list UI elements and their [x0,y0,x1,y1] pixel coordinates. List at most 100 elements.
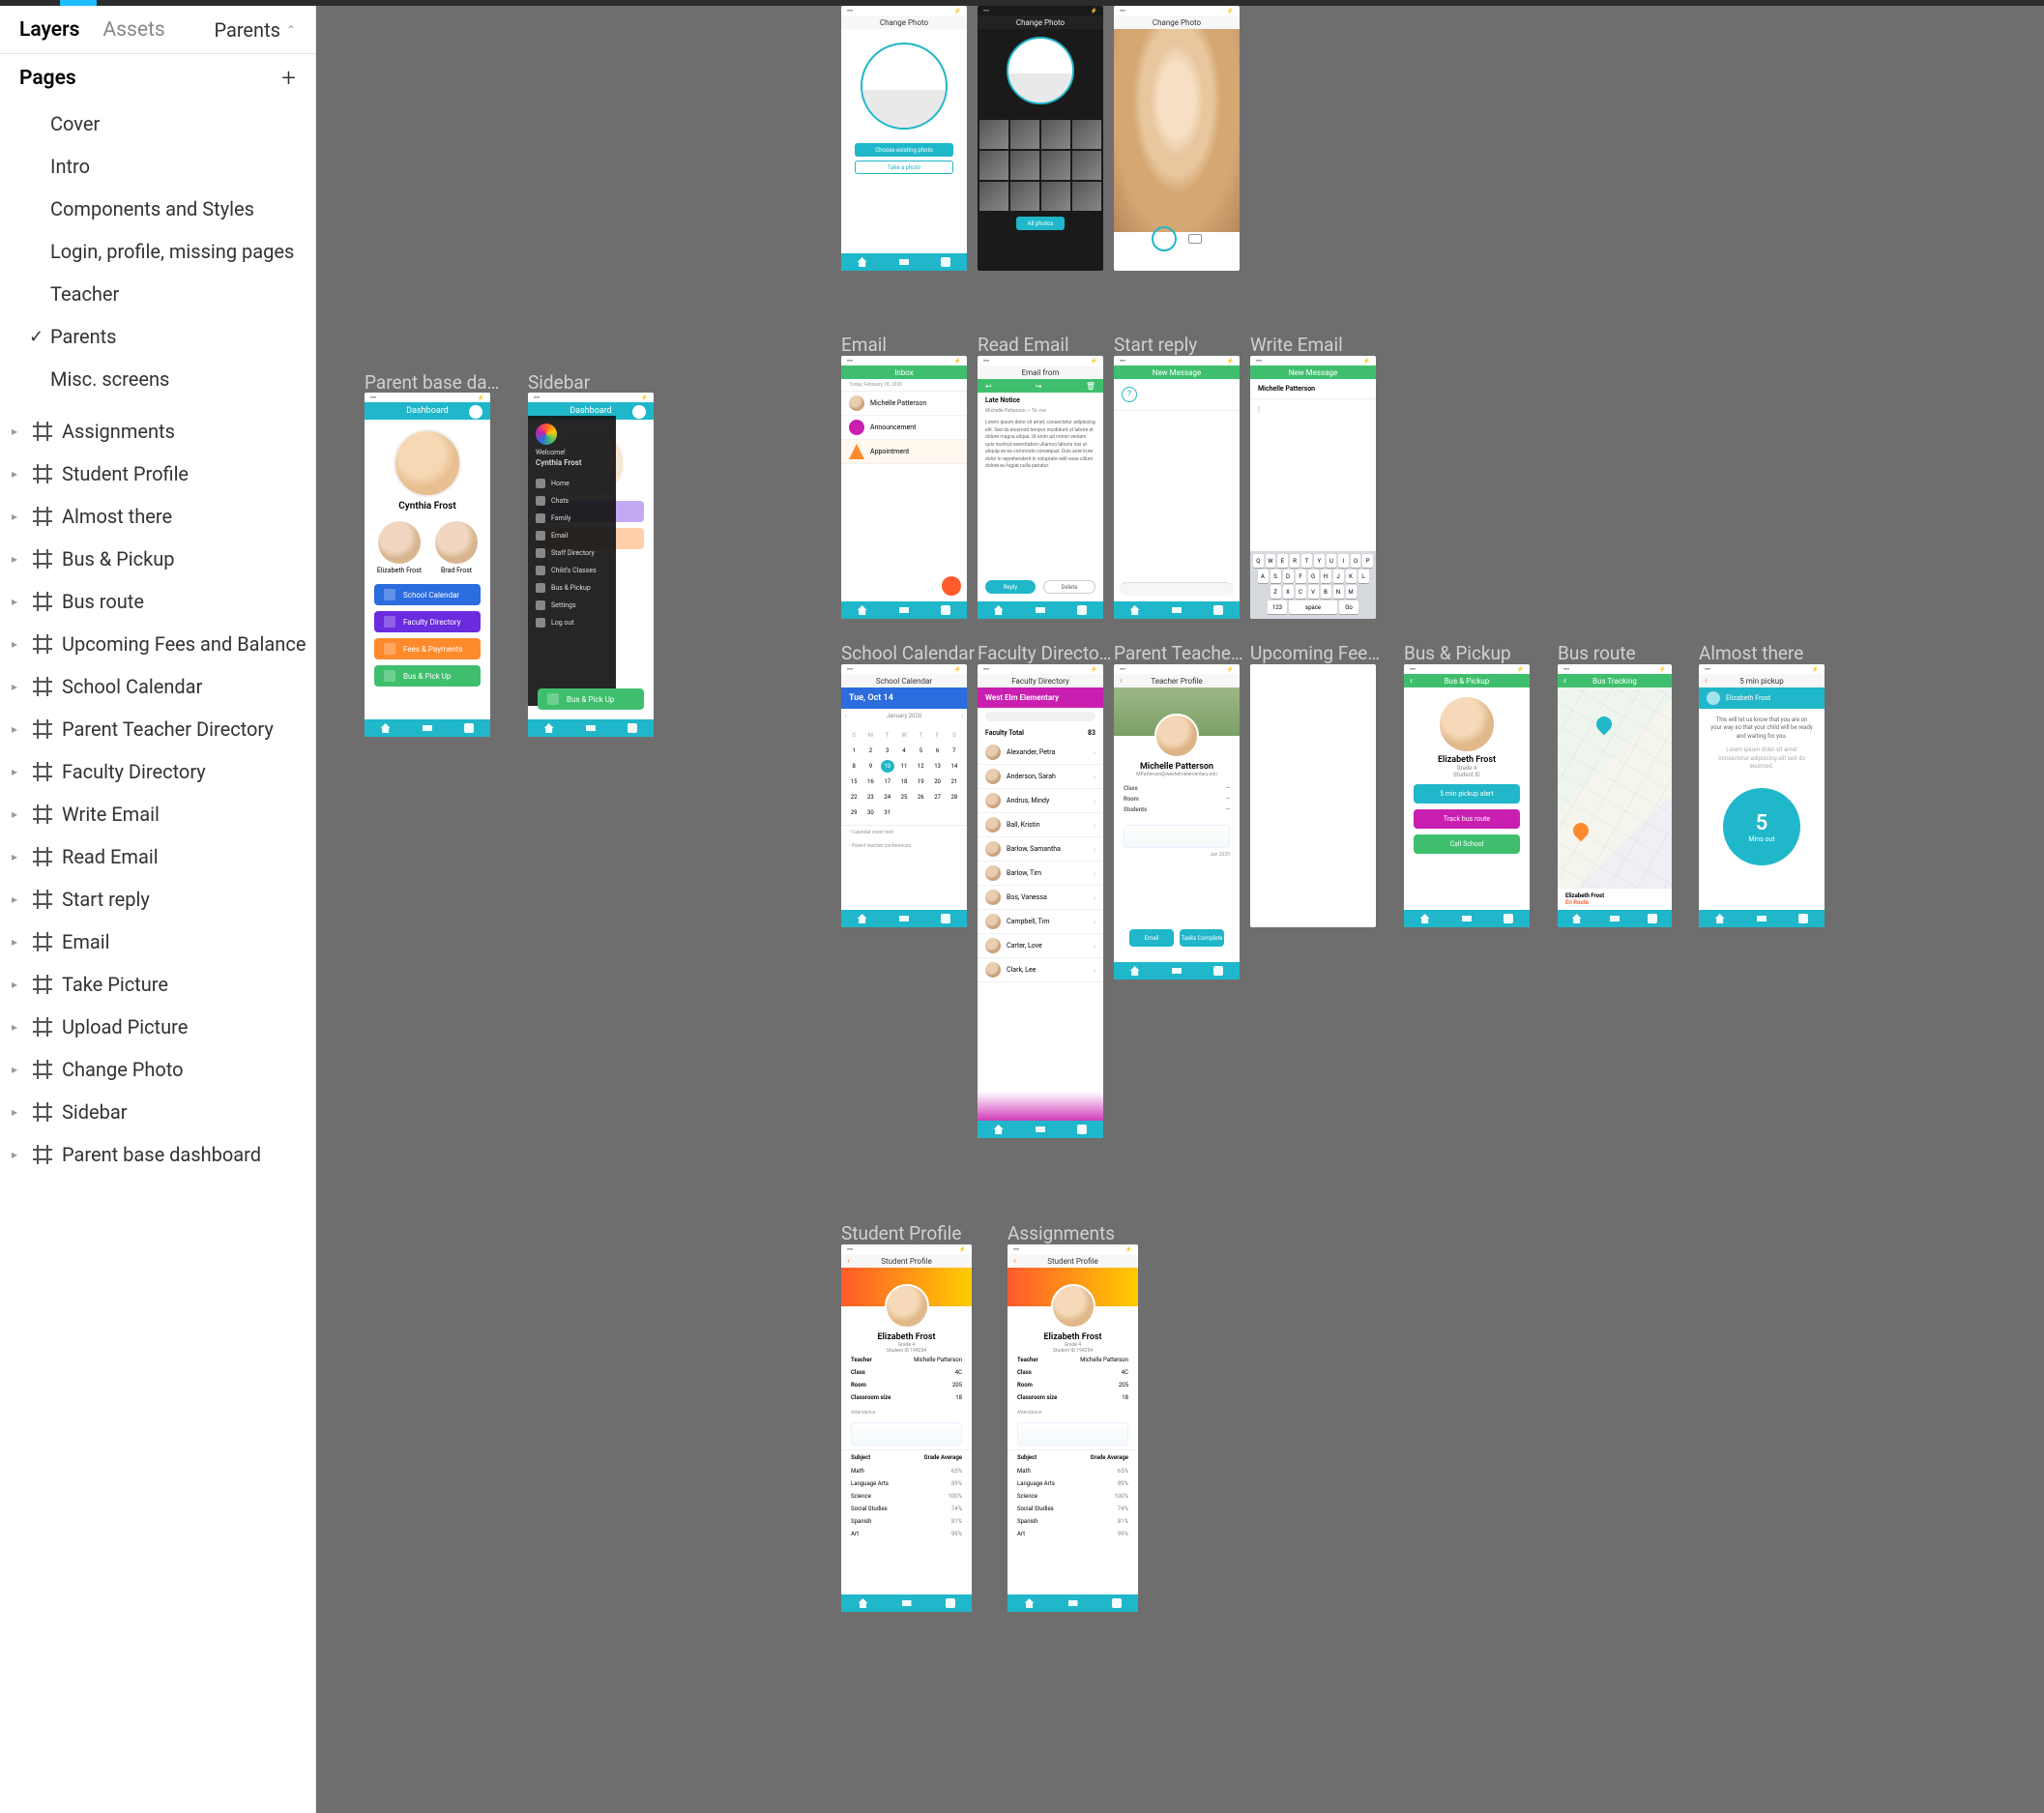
pickup-alert-button[interactable]: 5 min pickup alert [1414,784,1520,804]
home-icon[interactable] [858,257,867,267]
frame-bus-route[interactable]: •••⚡ ‹Bus Tracking Elizabeth Frost En Ro… [1558,664,1672,927]
keyboard-key[interactable]: I [1338,554,1349,568]
photo-thumb[interactable] [1041,151,1070,180]
photo-thumb[interactable] [1041,120,1070,149]
back-icon[interactable]: ‹ [1013,1256,1016,1267]
search-icon[interactable] [1213,605,1223,615]
calendar-day[interactable]: 1 [847,745,861,757]
calendar-day[interactable]: 11 [897,760,911,773]
calendar-day[interactable]: 15 [847,775,861,788]
frame-teacher-profile[interactable]: •••⚡ ‹Teacher Profile Michelle Patterson… [1114,664,1240,980]
frame-row[interactable]: ▸Bus & Pickup [0,538,315,580]
back-icon[interactable]: ‹ [1705,676,1708,687]
photo-thumb[interactable] [1041,182,1070,211]
subject-row[interactable]: Social Studies74% [1007,1503,1138,1515]
folder-icon[interactable] [941,914,950,923]
artboard-label[interactable]: Assignments [1007,1222,1115,1244]
calendar-day[interactable]: 27 [930,791,944,804]
folder-icon[interactable] [1112,1598,1122,1608]
keyboard-key[interactable]: L [1358,570,1369,583]
page-item-cover[interactable]: Cover [0,102,315,145]
page-item-misc[interactable]: Misc. screens [0,358,315,400]
page-item-teacher[interactable]: Teacher [0,273,315,315]
keyboard-key[interactable]: S [1270,570,1281,583]
folder-icon[interactable] [941,257,950,267]
expand-caret-icon[interactable]: ▸ [12,467,23,481]
compose-fab[interactable] [942,576,961,596]
keyboard-key[interactable]: T [1301,554,1312,568]
search-icon[interactable] [1077,605,1087,615]
keyboard-key[interactable]: X [1283,585,1294,599]
bus-pickup-button[interactable]: Bus & Pick Up [538,688,644,710]
back-icon[interactable]: ‹ [1120,676,1123,687]
mail-icon[interactable] [1068,1598,1078,1608]
keyboard-key[interactable]: C [1296,585,1306,599]
faculty-row[interactable]: Clark, Lee› [978,958,1103,982]
home-icon[interactable] [994,605,1004,615]
home-icon[interactable] [381,723,391,733]
mail-icon[interactable] [899,914,909,923]
home-icon[interactable] [858,605,867,615]
frame-student-profile[interactable]: •••⚡ ‹Student Profile Elizabeth Frost Gr… [841,1244,972,1612]
faculty-row[interactable]: Anderson, Sarah› [978,765,1103,789]
photo-thumb[interactable] [1072,151,1101,180]
artboard-label[interactable]: Sidebar [528,371,590,394]
frame-row[interactable]: ▸Assignments [0,410,315,453]
photo-thumb[interactable] [1010,151,1039,180]
design-canvas[interactable]: •••⚡ Change Photo Choose existing photo … [316,6,2044,1813]
expand-caret-icon[interactable]: ▸ [12,680,23,693]
mail-icon[interactable] [1757,914,1767,923]
keyboard-key[interactable]: R [1290,554,1300,568]
expand-caret-icon[interactable]: ▸ [12,978,23,991]
frame-faculty-directory[interactable]: •••⚡ Faculty Directory West Elm Elementa… [978,664,1103,1138]
calendar-day[interactable]: 30 [863,806,877,819]
calendar-day[interactable]: 12 [914,760,927,773]
tab-assets[interactable]: Assets [102,18,164,42]
email-teacher-button[interactable]: Email [1129,929,1174,947]
frame-row[interactable]: ▸Almost there [0,495,315,538]
subject-row[interactable]: Art99% [841,1528,972,1540]
calendar-day[interactable]: 26 [914,791,927,804]
reply-icon[interactable]: ↩ [985,382,992,391]
compose-input[interactable] [1120,582,1234,596]
subject-row[interactable]: Spanish81% [1007,1515,1138,1528]
mail-icon[interactable] [1462,914,1472,923]
calendar-day[interactable]: 17 [881,775,894,788]
expand-caret-icon[interactable]: ▸ [12,1020,23,1034]
calendar-day[interactable]: 21 [948,775,961,788]
mail-icon[interactable] [1610,914,1620,923]
folder-icon[interactable] [946,1598,955,1608]
frame-row[interactable]: ▸Start reply [0,878,315,921]
photo-thumb[interactable] [979,182,1008,211]
dashboard-button[interactable]: Bus & Pick Up [374,665,481,687]
compose-body[interactable]: | [1250,399,1376,551]
frame-row[interactable]: ▸Write Email [0,793,315,835]
frame-parent-dashboard[interactable]: •••⚡ Dashboard Cynthia Frost Elizabeth F… [365,393,490,737]
mail-icon[interactable] [1036,605,1045,615]
child-card[interactable]: Elizabeth Frost [377,521,422,574]
faculty-row[interactable]: Alexander, Petra› [978,741,1103,765]
artboard-label[interactable]: Start reply [1114,334,1197,356]
calendar-day[interactable]: 24 [881,791,894,804]
mail-icon[interactable] [1172,966,1182,976]
notification-bell-icon[interactable] [469,405,482,419]
photo-placeholder[interactable] [1007,37,1074,104]
search-input[interactable] [985,712,1095,721]
artboard-label[interactable]: School Calendar [841,642,975,664]
frame-sidebar[interactable]: •••⚡ Dashboard Welcome! Cynthia Frost Ho… [528,393,654,737]
artboard-label[interactable]: Faculty Directo… [978,642,1111,664]
frame-email[interactable]: •••⚡ Inbox Today, February 18, 2020 Mich… [841,356,967,619]
frame-write-email[interactable]: •••⚡ New Message Michelle Patterson | QW… [1250,356,1376,619]
expand-caret-icon[interactable]: ▸ [12,850,23,863]
calendar-day[interactable]: 14 [948,760,961,773]
keyboard-key[interactable]: K [1346,570,1357,583]
subject-row[interactable]: Science100% [1007,1490,1138,1503]
prev-month-icon[interactable]: ‹ [845,713,847,719]
map[interactable] [1558,687,1672,889]
faculty-row[interactable]: Barlow, Samantha› [978,837,1103,862]
mail-icon[interactable] [1036,1125,1045,1134]
dashboard-button[interactable]: Faculty Directory [374,611,481,632]
home-icon[interactable] [1420,914,1430,923]
frame-upload-picture[interactable]: •••⚡ Change Photo All photos [978,6,1103,271]
add-page-button[interactable]: + [281,64,296,93]
